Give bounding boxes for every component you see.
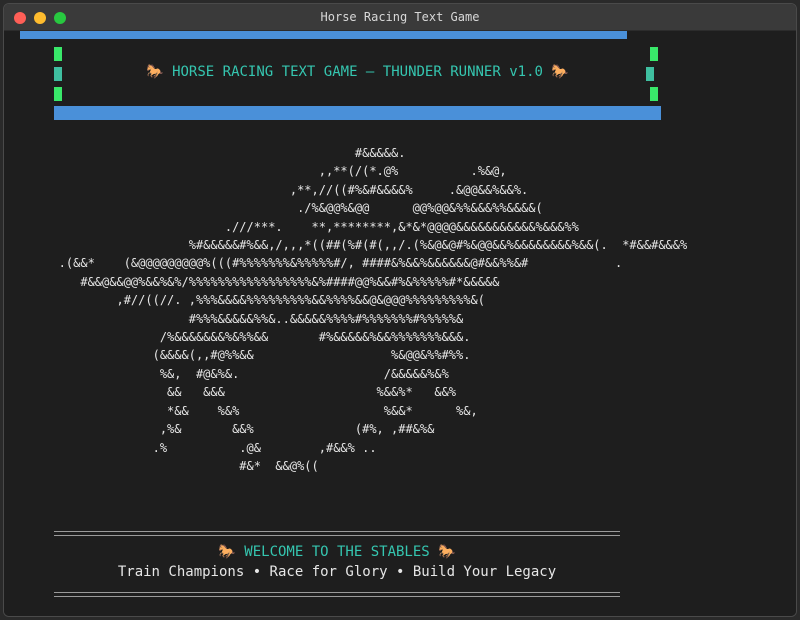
game-header-title: 🐎 HORSE RACING TEXT GAME – THUNDER RUNNE… bbox=[146, 64, 569, 80]
header-right-block-top bbox=[650, 47, 658, 61]
header-right-block-bottom bbox=[650, 87, 658, 101]
horse-ascii-art: #&&&&&. ,,**(/(*.@% .%&@, ,**,//((#%&#&&… bbox=[58, 146, 688, 473]
window-title: Horse Racing Text Game bbox=[320, 10, 480, 24]
header-bottom-bar bbox=[54, 106, 661, 120]
header-left-block-bottom bbox=[54, 87, 62, 101]
welcome-top-divider bbox=[54, 531, 620, 536]
welcome-heading: 🐎 WELCOME TO THE STABLES 🐎 bbox=[218, 544, 456, 560]
welcome-tagline: Train Champions • Race for Glory • Build… bbox=[117, 564, 557, 580]
terminal-window: Horse Racing Text Game 🐎 HORSE RACING TE… bbox=[3, 3, 797, 617]
header-top-bar bbox=[20, 31, 627, 39]
welcome-bottom-divider bbox=[54, 592, 620, 597]
terminal-content: 🐎 HORSE RACING TEXT GAME – THUNDER RUNNE… bbox=[4, 31, 796, 616]
title-bar: Horse Racing Text Game bbox=[4, 4, 796, 31]
header-left-block-top bbox=[54, 47, 62, 61]
